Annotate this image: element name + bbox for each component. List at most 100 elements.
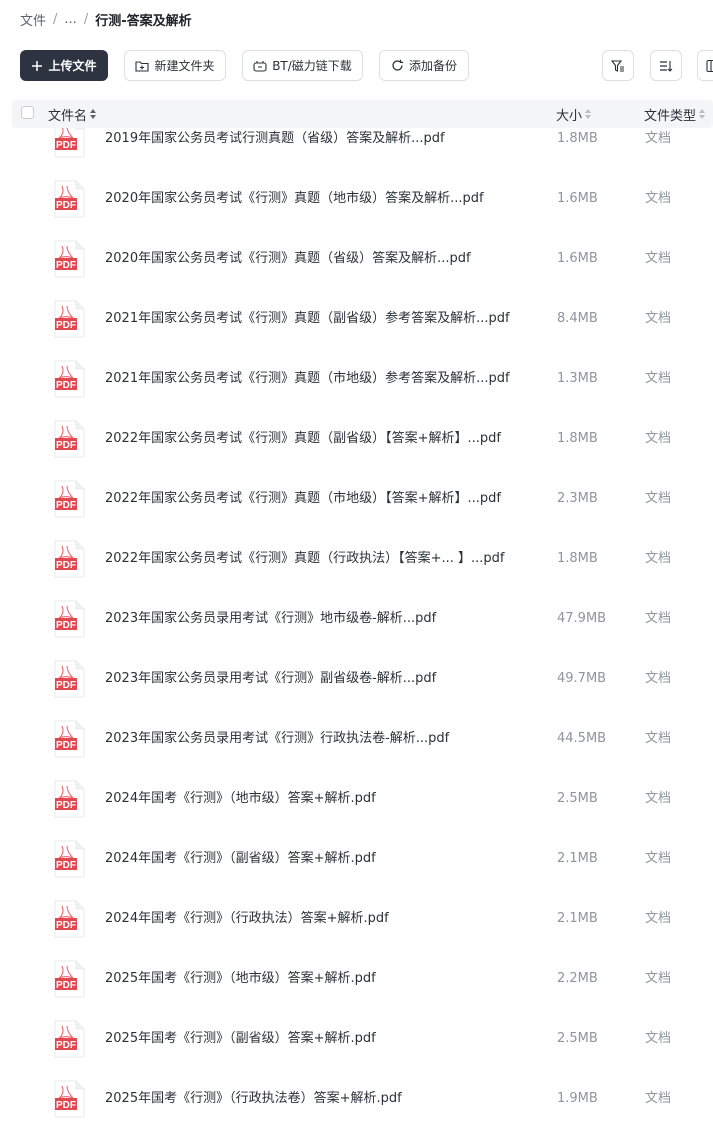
file-type: 文档 bbox=[645, 791, 672, 806]
filter-icon bbox=[611, 59, 625, 73]
file-row[interactable]: PDF 2020年国家公务员考试《行测》真题（地市级）答案及解析...pdf 1.6… bbox=[0, 169, 713, 229]
column-header-type[interactable]: 文件类型 bbox=[644, 100, 706, 128]
file-name[interactable]: 2021年国家公务员考试《行测》真题（市地级）参考答案及解析...pdf bbox=[105, 349, 510, 409]
file-row[interactable]: PDF 2022年国家公务员考试《行测》真题（副省级）【答案+解析】...pdf 1… bbox=[0, 409, 713, 469]
pdf-file-icon: PDF bbox=[53, 360, 85, 398]
layout-icon bbox=[706, 59, 713, 73]
file-size: 44.5MB bbox=[557, 731, 607, 746]
file-size: 2.5MB bbox=[557, 1031, 598, 1046]
file-row[interactable]: PDF 2023年国家公务员录用考试《行测》地市级卷-解析...pdf 47.9MB… bbox=[0, 589, 713, 649]
filter-button[interactable] bbox=[602, 50, 634, 81]
pdf-icon-text: PDF bbox=[56, 320, 76, 331]
file-size: 1.8MB bbox=[557, 131, 598, 146]
file-row[interactable]: PDF 2024年国考《行测》（地市级）答案+解析.pdf 2.5MB 文档 bbox=[0, 769, 713, 829]
pdf-file-icon: PDF bbox=[53, 960, 85, 998]
file-name[interactable]: 2025年国考《行测》（地市级）答案+解析.pdf bbox=[105, 949, 376, 1009]
column-header-type-label: 文件类型 bbox=[644, 108, 697, 124]
sort-arrows-icon bbox=[90, 108, 97, 120]
pdf-icon-text: PDF bbox=[56, 980, 76, 991]
pdf-icon-text: PDF bbox=[56, 260, 76, 271]
view-toggle-button[interactable] bbox=[697, 50, 713, 81]
pdf-file-icon: PDF bbox=[53, 900, 85, 938]
pdf-icon-text: PDF bbox=[56, 920, 76, 931]
file-type: 文档 bbox=[645, 731, 672, 746]
column-header-name[interactable]: 文件名 bbox=[48, 100, 97, 128]
file-name[interactable]: 2019年国家公务员考试行测真题（省级）答案及解析...pdf bbox=[105, 128, 445, 169]
breadcrumb-root[interactable]: 文件 bbox=[20, 10, 46, 29]
pdf-file-icon: PDF bbox=[53, 128, 85, 158]
file-name[interactable]: 2025年国考《行测》（行政执法卷）答案+解析.pdf bbox=[105, 1069, 402, 1129]
file-type: 文档 bbox=[645, 611, 672, 626]
file-row[interactable]: PDF 2022年国家公务员考试《行测》真题（行政执法）【答案+... 】...p… bbox=[0, 529, 713, 589]
file-name[interactable]: 2022年国家公务员考试《行测》真题（副省级）【答案+解析】...pdf bbox=[105, 409, 501, 469]
breadcrumb-current: 行测-答案及解析 bbox=[95, 13, 192, 29]
file-row[interactable]: PDF 2024年国考《行测》（副省级）答案+解析.pdf 2.1MB 文档 bbox=[0, 829, 713, 889]
upload-button[interactable]: 上传文件 bbox=[20, 50, 108, 81]
file-row[interactable]: PDF 2023年国家公务员录用考试《行测》行政执法卷-解析...pdf 44.5M… bbox=[0, 709, 713, 769]
plus-icon bbox=[31, 60, 43, 72]
file-type: 文档 bbox=[645, 311, 672, 326]
file-name[interactable]: 2025年国考《行测》（副省级）答案+解析.pdf bbox=[105, 1009, 376, 1069]
pdf-file-icon: PDF bbox=[53, 540, 85, 578]
file-size: 47.9MB bbox=[557, 611, 607, 626]
file-row[interactable]: PDF 2021年国家公务员考试《行测》真题（副省级）参考答案及解析...pdf 8… bbox=[0, 289, 713, 349]
pdf-icon-text: PDF bbox=[56, 680, 76, 691]
file-name[interactable]: 2020年国家公务员考试《行测》真题（省级）答案及解析...pdf bbox=[105, 229, 471, 289]
pdf-file-icon: PDF bbox=[53, 480, 85, 518]
file-manager-page: 文件 / ... / 行测-答案及解析 上传文件 新建文件夹 BT/磁力链下载 bbox=[0, 0, 713, 1132]
file-name[interactable]: 2024年国考《行测》（行政执法）答案+解析.pdf bbox=[105, 889, 389, 949]
file-type: 文档 bbox=[645, 431, 672, 446]
bt-magnet-download-label: BT/磁力链下载 bbox=[272, 59, 352, 73]
file-row[interactable]: PDF 2025年国考《行测》（副省级）答案+解析.pdf 2.5MB 文档 bbox=[0, 1009, 713, 1069]
toolbar: 上传文件 新建文件夹 BT/磁力链下载 添加备份 bbox=[20, 50, 713, 83]
select-all-checkbox[interactable] bbox=[21, 106, 34, 119]
file-type: 文档 bbox=[645, 251, 672, 266]
sort-button[interactable] bbox=[650, 50, 682, 81]
file-row[interactable]: PDF 2025年国考《行测》（行政执法卷）答案+解析.pdf 1.9MB 文档 bbox=[0, 1069, 713, 1129]
file-row[interactable]: PDF 2023年国家公务员录用考试《行测》副省级卷-解析...pdf 49.7MB… bbox=[0, 649, 713, 709]
file-row[interactable]: PDF 2025年国考《行测》（地市级）答案+解析.pdf 2.2MB 文档 bbox=[0, 949, 713, 1009]
file-name[interactable]: 2022年国家公务员考试《行测》真题（行政执法）【答案+... 】...pdf bbox=[105, 529, 504, 589]
file-name[interactable]: 2023年国家公务员录用考试《行测》地市级卷-解析...pdf bbox=[105, 589, 436, 649]
file-type: 文档 bbox=[645, 971, 672, 986]
breadcrumb-separator: / bbox=[83, 11, 89, 27]
file-row[interactable]: PDF 2022年国家公务员考试《行测》真题（市地级）【答案+解析】...pdf 2… bbox=[0, 469, 713, 529]
file-row[interactable]: PDF 2019年国家公务员考试行测真题（省级）答案及解析...pdf 1.8MB 文… bbox=[0, 128, 713, 169]
add-backup-button[interactable]: 添加备份 bbox=[379, 50, 469, 81]
file-row[interactable]: PDF 2021年国家公务员考试《行测》真题（市地级）参考答案及解析...pdf 1… bbox=[0, 349, 713, 409]
new-folder-button[interactable]: 新建文件夹 bbox=[124, 50, 226, 81]
pdf-file-icon: PDF bbox=[53, 780, 85, 818]
file-type: 文档 bbox=[645, 1031, 672, 1046]
file-name[interactable]: 2023年国家公务员录用考试《行测》副省级卷-解析...pdf bbox=[105, 649, 436, 709]
file-type: 文档 bbox=[645, 911, 672, 926]
pdf-file-icon: PDF bbox=[53, 720, 85, 758]
file-row[interactable]: PDF 2024年国考《行测》（行政执法）答案+解析.pdf 2.1MB 文档 bbox=[0, 889, 713, 949]
file-list: PDF 2019年国家公务员考试行测真题（省级）答案及解析...pdf 1.8MB 文… bbox=[0, 128, 713, 1132]
file-name[interactable]: 2022年国家公务员考试《行测》真题（市地级）【答案+解析】...pdf bbox=[105, 469, 501, 529]
column-header-size[interactable]: 大小 bbox=[556, 100, 592, 128]
pdf-icon-text: PDF bbox=[56, 1040, 76, 1051]
pdf-icon-text: PDF bbox=[56, 1100, 76, 1111]
file-type: 文档 bbox=[645, 671, 672, 686]
pdf-icon-text: PDF bbox=[56, 860, 76, 871]
pdf-file-icon: PDF bbox=[53, 1020, 85, 1058]
file-size: 2.2MB bbox=[557, 971, 598, 986]
file-type: 文档 bbox=[645, 851, 672, 866]
file-size: 1.8MB bbox=[557, 431, 598, 446]
pdf-icon-text: PDF bbox=[56, 800, 76, 811]
file-size: 2.5MB bbox=[557, 791, 598, 806]
pdf-file-icon: PDF bbox=[53, 840, 85, 878]
file-name[interactable]: 2021年国家公务员考试《行测》真题（副省级）参考答案及解析...pdf bbox=[105, 289, 510, 349]
file-size: 2.3MB bbox=[557, 491, 598, 506]
sync-icon bbox=[391, 59, 404, 72]
file-row[interactable]: PDF 2020年国家公务员考试《行测》真题（省级）答案及解析...pdf 1.6M… bbox=[0, 229, 713, 289]
file-name[interactable]: 2024年国考《行测》（副省级）答案+解析.pdf bbox=[105, 829, 376, 889]
file-name[interactable]: 2023年国家公务员录用考试《行测》行政执法卷-解析...pdf bbox=[105, 709, 449, 769]
file-size: 1.6MB bbox=[557, 191, 598, 206]
bt-magnet-download-button[interactable]: BT/磁力链下载 bbox=[242, 50, 363, 81]
add-backup-label: 添加备份 bbox=[408, 59, 457, 73]
column-header-size-label: 大小 bbox=[556, 108, 583, 124]
breadcrumb-ellipsis[interactable]: ... bbox=[64, 12, 76, 27]
file-name[interactable]: 2020年国家公务员考试《行测》真题（地市级）答案及解析...pdf bbox=[105, 169, 484, 229]
file-name[interactable]: 2024年国考《行测》（地市级）答案+解析.pdf bbox=[105, 769, 376, 829]
